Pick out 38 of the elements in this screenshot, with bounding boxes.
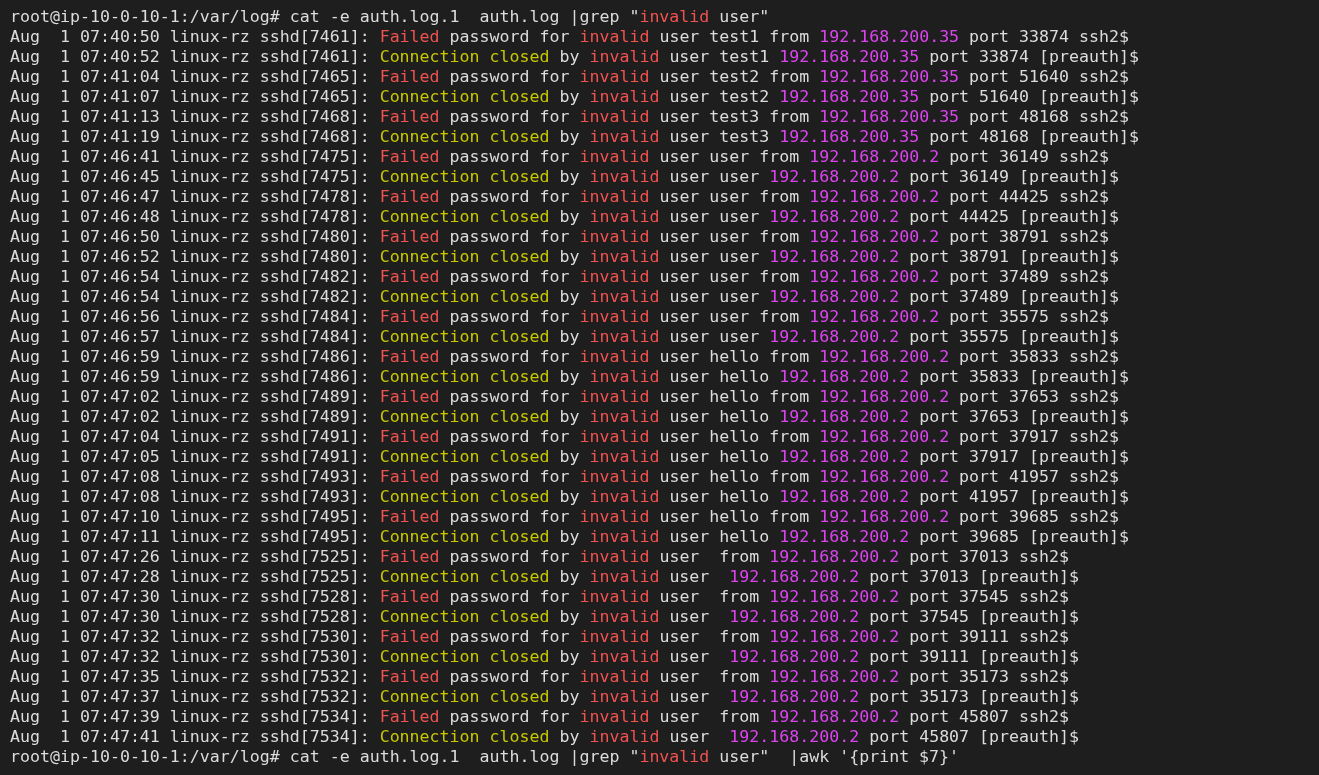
terminal-line: Aug 1 07:46:56 linux-rz sshd[7484]: Failed password for invalid user user from 192.168.200.2 port 35575 ssh2$ — [10, 307, 1109, 327]
terminal-line: Aug 1 07:46:41 linux-rz sshd[7475]: Failed password for invalid user user from 192.168.200.2 port 36149 ssh2$ — [10, 147, 1109, 167]
terminal-line: Aug 1 07:46:50 linux-rz sshd[7480]: Failed password for invalid user user from 192.168.200.2 port 38791 ssh2$ — [10, 227, 1109, 247]
terminal-line: Aug 1 07:40:52 linux-rz sshd[7461]: Connection closed by invalid user test1 192.168.200.35 port 33874 [preauth]$ — [10, 47, 1139, 67]
terminal-line: Aug 1 07:47:02 linux-rz sshd[7489]: Failed password for invalid user hello from 192.168.200.2 port 37653 ssh2$ — [10, 387, 1119, 407]
terminal-line: root@ip-10-0-10-1:/var/log# cat -e auth.log.1 auth.log |grep "invalid user" |awk '{print $7}' — [10, 747, 960, 767]
terminal-line: Aug 1 07:47:32 linux-rz sshd[7530]: Connection closed by invalid user 192.168.200.2 port 39111 [preauth]$ — [10, 647, 1079, 667]
terminal-line: Aug 1 07:47:37 linux-rz sshd[7532]: Connection closed by invalid user 192.168.200.2 port 35173 [preauth]$ — [10, 687, 1079, 707]
terminal-line: Aug 1 07:46:59 linux-rz sshd[7486]: Connection closed by invalid user hello 192.168.200.2 port 35833 [preauth]$ — [10, 367, 1129, 387]
terminal-line: Aug 1 07:46:45 linux-rz sshd[7475]: Connection closed by invalid user user 192.168.200.2 port 36149 [preauth]$ — [10, 167, 1119, 187]
terminal-line: Aug 1 07:47:08 linux-rz sshd[7493]: Connection closed by invalid user hello 192.168.200.2 port 41957 [preauth]$ — [10, 487, 1129, 507]
terminal-line: Aug 1 07:46:59 linux-rz sshd[7486]: Failed password for invalid user hello from 192.168.200.2 port 35833 ssh2$ — [10, 347, 1119, 367]
terminal-line: Aug 1 07:41:04 linux-rz sshd[7465]: Failed password for invalid user test2 from 192.168.200.35 port 51640 ssh2$ — [10, 67, 1129, 87]
terminal-line: Aug 1 07:46:54 linux-rz sshd[7482]: Connection closed by invalid user user 192.168.200.2 port 37489 [preauth]$ — [10, 287, 1119, 307]
terminal-line: Aug 1 07:46:52 linux-rz sshd[7480]: Connection closed by invalid user user 192.168.200.2 port 38791 [preauth]$ — [10, 247, 1119, 267]
terminal-line: Aug 1 07:47:39 linux-rz sshd[7534]: Failed password for invalid user from 192.168.200.2 port 45807 ssh2$ — [10, 707, 1069, 727]
terminal-line: Aug 1 07:47:30 linux-rz sshd[7528]: Connection closed by invalid user 192.168.200.2 port 37545 [preauth]$ — [10, 607, 1079, 627]
terminal-line: Aug 1 07:46:48 linux-rz sshd[7478]: Connection closed by invalid user user 192.168.200.2 port 44425 [preauth]$ — [10, 207, 1119, 227]
terminal-line: Aug 1 07:47:30 linux-rz sshd[7528]: Failed password for invalid user from 192.168.200.2 port 37545 ssh2$ — [10, 587, 1069, 607]
terminal-line: Aug 1 07:46:47 linux-rz sshd[7478]: Failed password for invalid user user from 192.168.200.2 port 44425 ssh2$ — [10, 187, 1109, 207]
terminal-line: Aug 1 07:41:13 linux-rz sshd[7468]: Failed password for invalid user test3 from 192.168.200.35 port 48168 ssh2$ — [10, 107, 1129, 127]
terminal-line: Aug 1 07:41:07 linux-rz sshd[7465]: Connection closed by invalid user test2 192.168.200.35 port 51640 [preauth]$ — [10, 87, 1139, 107]
terminal-line: Aug 1 07:47:10 linux-rz sshd[7495]: Failed password for invalid user hello from 192.168.200.2 port 39685 ssh2$ — [10, 507, 1119, 527]
terminal-line: Aug 1 07:41:19 linux-rz sshd[7468]: Connection closed by invalid user test3 192.168.200.35 port 48168 [preauth]$ — [10, 127, 1139, 147]
terminal-line: Aug 1 07:47:32 linux-rz sshd[7530]: Failed password for invalid user from 192.168.200.2 port 39111 ssh2$ — [10, 627, 1069, 647]
terminal-line: Aug 1 07:47:26 linux-rz sshd[7525]: Failed password for invalid user from 192.168.200.2 port 37013 ssh2$ — [10, 547, 1069, 567]
terminal-line: Aug 1 07:47:08 linux-rz sshd[7493]: Failed password for invalid user hello from 192.168.200.2 port 41957 ssh2$ — [10, 467, 1119, 487]
terminal-line: Aug 1 07:47:02 linux-rz sshd[7489]: Connection closed by invalid user hello 192.168.200.2 port 37653 [preauth]$ — [10, 407, 1129, 427]
terminal-line: Aug 1 07:46:57 linux-rz sshd[7484]: Connection closed by invalid user user 192.168.200.2 port 35575 [preauth]$ — [10, 327, 1119, 347]
terminal-line: Aug 1 07:47:05 linux-rz sshd[7491]: Connection closed by invalid user hello 192.168.200.2 port 37917 [preauth]$ — [10, 447, 1129, 467]
terminal-line: Aug 1 07:47:35 linux-rz sshd[7532]: Failed password for invalid user from 192.168.200.2 port 35173 ssh2$ — [10, 667, 1069, 687]
terminal-line: Aug 1 07:47:41 linux-rz sshd[7534]: Connection closed by invalid user 192.168.200.2 port 45807 [preauth]$ — [10, 727, 1079, 747]
terminal-line: Aug 1 07:47:28 linux-rz sshd[7525]: Connection closed by invalid user 192.168.200.2 port 37013 [preauth]$ — [10, 567, 1079, 587]
terminal-line: root@ip-10-0-10-1:/var/log# cat -e auth.log.1 auth.log |grep "invalid user" — [10, 7, 770, 27]
terminal-line: Aug 1 07:47:04 linux-rz sshd[7491]: Failed password for invalid user hello from 192.168.200.2 port 37917 ssh2$ — [10, 427, 1119, 447]
terminal-line: Aug 1 07:46:54 linux-rz sshd[7482]: Failed password for invalid user user from 192.168.200.2 port 37489 ssh2$ — [10, 267, 1109, 287]
terminal-line: Aug 1 07:47:11 linux-rz sshd[7495]: Connection closed by invalid user hello 192.168.200.2 port 39685 [preauth]$ — [10, 527, 1129, 547]
terminal-line: Aug 1 07:40:50 linux-rz sshd[7461]: Failed password for invalid user test1 from 192.168.200.35 port 33874 ssh2$ — [10, 27, 1129, 47]
